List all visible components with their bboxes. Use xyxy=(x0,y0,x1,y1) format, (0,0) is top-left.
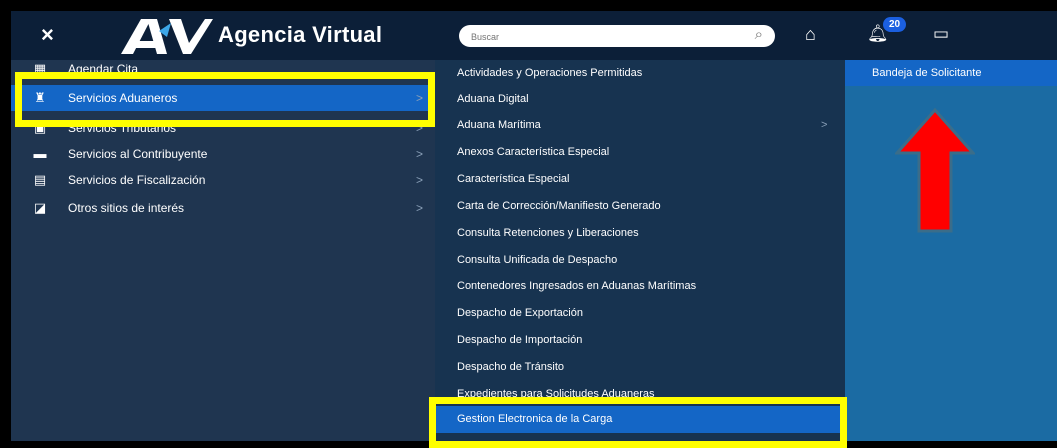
submenu-item[interactable]: Actividades y Operaciones Permitidas xyxy=(435,60,845,87)
submenu-item-label: Carta de Corrección/Manifiesto Generado xyxy=(457,200,661,212)
submenu-item-label: Actividades y Operaciones Permitidas xyxy=(457,67,643,79)
submenu-item-label: Aduana Marítima xyxy=(457,119,541,131)
search-box[interactable]: ⌕ xyxy=(459,25,775,47)
menu-item-servicios-contribuyente[interactable]: ▬ Servicios al Contribuyente > xyxy=(11,141,435,167)
highlight-box-primary xyxy=(15,72,435,127)
submenu-item[interactable]: Despacho de Exportación xyxy=(435,300,845,327)
submenu-item-label: Consulta Retenciones y Liberaciones xyxy=(457,227,639,239)
submenu-item[interactable]: Anexos Característica Especial xyxy=(435,139,845,166)
menu-item-label: Servicios de Fiscalización xyxy=(68,173,206,187)
submenu-item[interactable]: Carta de Corrección/Manifiesto Generado xyxy=(435,193,845,220)
chat-icon[interactable]: ▭ xyxy=(933,24,949,44)
brand-title: Agencia Virtual xyxy=(218,22,383,47)
red-arrow-up-icon xyxy=(895,108,975,233)
secondary-menu: Actividades y Operaciones Permitidas Adu… xyxy=(435,60,845,441)
notification-badge: 20 xyxy=(883,17,907,32)
submenu-item[interactable]: Consulta Unificada de Despacho xyxy=(435,247,845,274)
submenu-item[interactable]: Consulta Retenciones y Liberaciones xyxy=(435,220,845,247)
search-input[interactable] xyxy=(469,28,733,46)
home-icon[interactable]: ⌂ xyxy=(805,24,816,45)
taxpayer-icon: ▬ xyxy=(33,146,47,161)
menu-item-otros-sitios[interactable]: ◪ Otros sitios de interés > xyxy=(11,195,435,221)
menu-item-label: Servicios al Contribuyente xyxy=(68,147,208,161)
menu-item-label: Otros sitios de interés xyxy=(68,201,185,215)
chevron-right-icon: > xyxy=(416,173,424,187)
submenu-item[interactable]: Aduana Digital xyxy=(435,86,845,113)
submenu-item[interactable]: Aduana Marítima > xyxy=(435,112,845,139)
submenu-item-bandeja-solicitante[interactable]: Bandeja de Solicitante xyxy=(845,60,1057,86)
submenu-item-label: Despacho de Exportación xyxy=(457,307,583,319)
audit-icon: ▤ xyxy=(33,172,47,187)
search-icon[interactable]: ⌕ xyxy=(755,26,763,43)
chevron-right-icon: > xyxy=(416,147,424,161)
submenu-item-label: Bandeja de Solicitante xyxy=(872,67,982,79)
submenu-item[interactable]: Despacho de Tránsito xyxy=(435,354,845,381)
close-icon[interactable]: × xyxy=(41,22,54,48)
highlight-box-secondary xyxy=(429,397,847,448)
submenu-item-label: Aduana Digital xyxy=(457,93,529,105)
sites-icon: ◪ xyxy=(33,200,47,215)
chevron-right-icon: > xyxy=(821,119,828,131)
agencia-virtual-logo xyxy=(121,19,213,54)
submenu-item-label: Característica Especial xyxy=(457,173,570,185)
submenu-item-label: Consulta Unificada de Despacho xyxy=(457,254,618,266)
submenu-item-label: Contenedores Ingresados en Aduanas Marít… xyxy=(457,280,697,292)
submenu-item[interactable]: Contenedores Ingresados en Aduanas Marít… xyxy=(435,273,845,300)
submenu-item-label: Despacho de Importación xyxy=(457,334,583,346)
submenu-item-label: Anexos Característica Especial xyxy=(457,146,610,158)
top-bar: × Agencia Virtual ⌕ ⌂ 🔔︎ 20 ▭ xyxy=(11,11,1057,60)
submenu-item[interactable]: Despacho de Importación xyxy=(435,327,845,354)
menu-item-servicios-fiscalizacion[interactable]: ▤ Servicios de Fiscalización > xyxy=(11,167,435,193)
chevron-right-icon: > xyxy=(416,201,424,215)
submenu-item-label: Despacho de Tránsito xyxy=(457,361,565,373)
submenu-item[interactable]: Característica Especial xyxy=(435,166,845,193)
